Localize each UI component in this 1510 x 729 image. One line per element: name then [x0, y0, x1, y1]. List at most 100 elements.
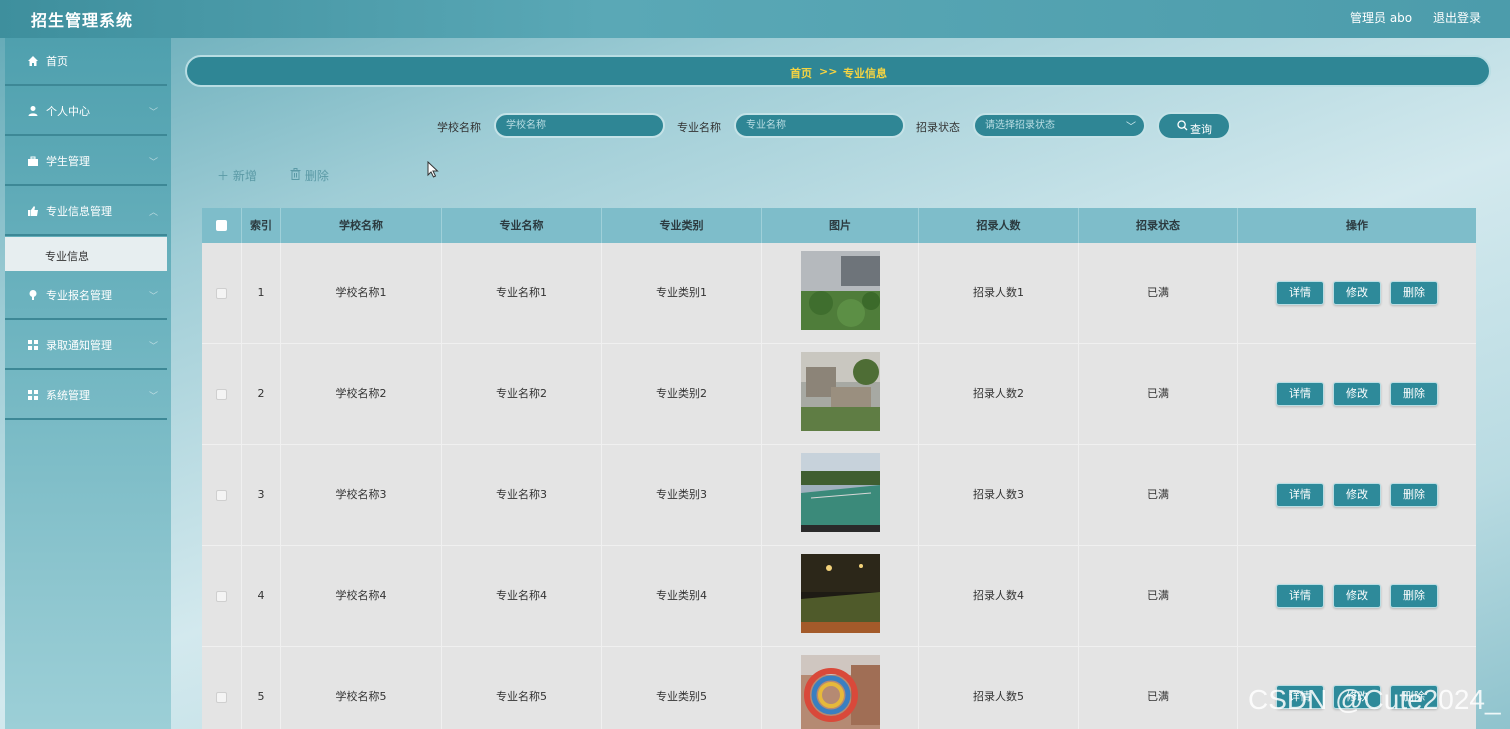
breadcrumb-home-link[interactable]: 首页	[790, 65, 812, 81]
bulk-delete-button[interactable]: 删除	[290, 167, 329, 184]
table-row: 2 学校名称2 专业名称2 专业类别2 招录人数2 已满 详情 修改 删除	[202, 344, 1476, 445]
trash-icon	[290, 168, 305, 183]
table-row: 3 学校名称3 专业名称3 专业类别3 招录人数3 已满 详情 修改 删除	[202, 445, 1476, 546]
cell-admission-status: 已满	[1079, 445, 1238, 545]
detail-button[interactable]: 详情	[1276, 483, 1324, 507]
delete-button-label: 删除	[304, 169, 329, 183]
detail-button[interactable]: 详情	[1276, 584, 1324, 608]
row-select-cell	[202, 546, 242, 646]
cell-major-category: 专业类别2	[602, 344, 762, 444]
detail-button[interactable]: 详情	[1276, 382, 1324, 406]
edit-button[interactable]: 修改	[1333, 281, 1381, 305]
school-name-label: 学校名称	[437, 121, 481, 134]
sidebar-item-label: 专业报名管理	[46, 289, 112, 302]
sidebar-item-home[interactable]: 首页	[5, 38, 167, 86]
sidebar-item-major-info-management[interactable]: 专业信息管理 ︿	[5, 188, 167, 236]
grid-icon	[27, 339, 39, 351]
cell-admission-status: 已满	[1079, 647, 1238, 729]
row-checkbox[interactable]	[216, 389, 227, 400]
sidebar-item-label: 系统管理	[46, 389, 90, 402]
campus-photo-thumbnail	[801, 655, 880, 729]
admission-status-label: 招录状态	[916, 121, 960, 134]
sidebar-item-major-registration-management[interactable]: 专业报名管理 ﹀	[5, 272, 167, 320]
sidebar-subitem-major-info[interactable]: 专业信息	[5, 237, 167, 271]
pin-icon	[27, 289, 39, 301]
sidebar-item-label: 专业信息管理	[46, 205, 112, 218]
breadcrumb: 首页 >> 专业信息	[185, 55, 1491, 87]
breadcrumb-separator: >>	[819, 65, 838, 78]
row-select-cell	[202, 344, 242, 444]
sidebar-item-label: 首页	[46, 55, 68, 68]
major-name-label: 专业名称	[677, 121, 721, 134]
delete-button[interactable]: 删除	[1390, 584, 1438, 608]
briefcase-icon	[27, 155, 39, 167]
cell-school-name: 学校名称1	[281, 243, 442, 343]
edit-button[interactable]: 修改	[1333, 483, 1381, 507]
edit-button[interactable]: 修改	[1333, 382, 1381, 406]
cell-admission-status: 已满	[1079, 546, 1238, 646]
plus-icon: ＋	[217, 169, 230, 183]
cell-index: 4	[242, 546, 281, 646]
delete-button[interactable]: 删除	[1390, 281, 1438, 305]
sidebar-item-label: 学生管理	[46, 155, 90, 168]
app-title: 招生管理系统	[31, 11, 134, 30]
sidebar-item-student-management[interactable]: 学生管理 ﹀	[5, 138, 167, 186]
cell-admission-status: 已满	[1079, 344, 1238, 444]
search-button[interactable]: 查询	[1157, 112, 1231, 140]
row-checkbox[interactable]	[216, 288, 227, 299]
cell-index: 5	[242, 647, 281, 729]
cell-school-name: 学校名称3	[281, 445, 442, 545]
header-admission-count: 招录人数	[919, 208, 1079, 243]
cell-index: 2	[242, 344, 281, 444]
admin-username: 管理员 abo	[1350, 11, 1413, 25]
edit-button[interactable]: 修改	[1333, 584, 1381, 608]
grid-icon	[27, 389, 39, 401]
chevron-down-icon: ﹀	[149, 158, 159, 168]
sidebar-item-label: 个人中心	[46, 105, 90, 118]
row-checkbox[interactable]	[216, 490, 227, 501]
cell-admission-count: 招录人数1	[919, 243, 1079, 343]
header-index: 索引	[242, 208, 281, 243]
admission-status-select[interactable]	[973, 113, 1146, 138]
cell-admission-status: 已满	[1079, 243, 1238, 343]
sidebar-subitem-label: 专业信息	[45, 250, 89, 263]
user-icon	[27, 105, 39, 117]
cell-major-category: 专业类别1	[602, 243, 762, 343]
table-row: 4 学校名称4 专业名称4 专业类别4 招录人数4 已满 详情 修改 删除	[202, 546, 1476, 647]
sidebar-item-label: 录取通知管理	[46, 339, 112, 352]
cell-major-name: 专业名称1	[442, 243, 602, 343]
sidebar-item-admission-notice-management[interactable]: 录取通知管理 ﹀	[5, 322, 167, 370]
cell-major-name: 专业名称2	[442, 344, 602, 444]
csdn-watermark: CSDN @Cute2024_	[1248, 684, 1501, 715]
header-major-category: 专业类别	[602, 208, 762, 243]
header-school-name: 学校名称	[281, 208, 442, 243]
header-select-all	[202, 208, 242, 243]
major-name-input[interactable]	[734, 113, 905, 138]
header-major-name: 专业名称	[442, 208, 602, 243]
add-button[interactable]: ＋ 新增	[217, 167, 257, 184]
delete-button[interactable]: 删除	[1390, 382, 1438, 406]
logout-link[interactable]: 退出登录	[1433, 9, 1481, 26]
campus-photo-thumbnail	[801, 453, 880, 532]
school-name-input[interactable]	[494, 113, 665, 138]
sidebar-item-personal-center[interactable]: 个人中心 ﹀	[5, 88, 167, 136]
home-icon	[27, 55, 39, 67]
table-header: 索引 学校名称 专业名称 专业类别 图片 招录人数 招录状态 操作	[202, 208, 1476, 243]
row-checkbox[interactable]	[216, 591, 227, 602]
sidebar-item-system-management[interactable]: 系统管理 ﹀	[5, 372, 167, 420]
detail-button[interactable]: 详情	[1276, 281, 1324, 305]
search-icon	[1177, 120, 1188, 134]
cell-admission-count: 招录人数4	[919, 546, 1079, 646]
breadcrumb-current: 专业信息	[843, 67, 887, 80]
chevron-up-icon: ︿	[149, 208, 159, 218]
select-all-checkbox[interactable]	[216, 220, 227, 231]
cell-major-name: 专业名称4	[442, 546, 602, 646]
row-checkbox[interactable]	[216, 692, 227, 703]
cell-admission-count: 招录人数2	[919, 344, 1079, 444]
cell-school-name: 学校名称4	[281, 546, 442, 646]
row-select-cell	[202, 243, 242, 343]
cell-school-name: 学校名称5	[281, 647, 442, 729]
add-button-label: 新增	[232, 169, 257, 183]
delete-button[interactable]: 删除	[1390, 483, 1438, 507]
cell-major-name: 专业名称3	[442, 445, 602, 545]
